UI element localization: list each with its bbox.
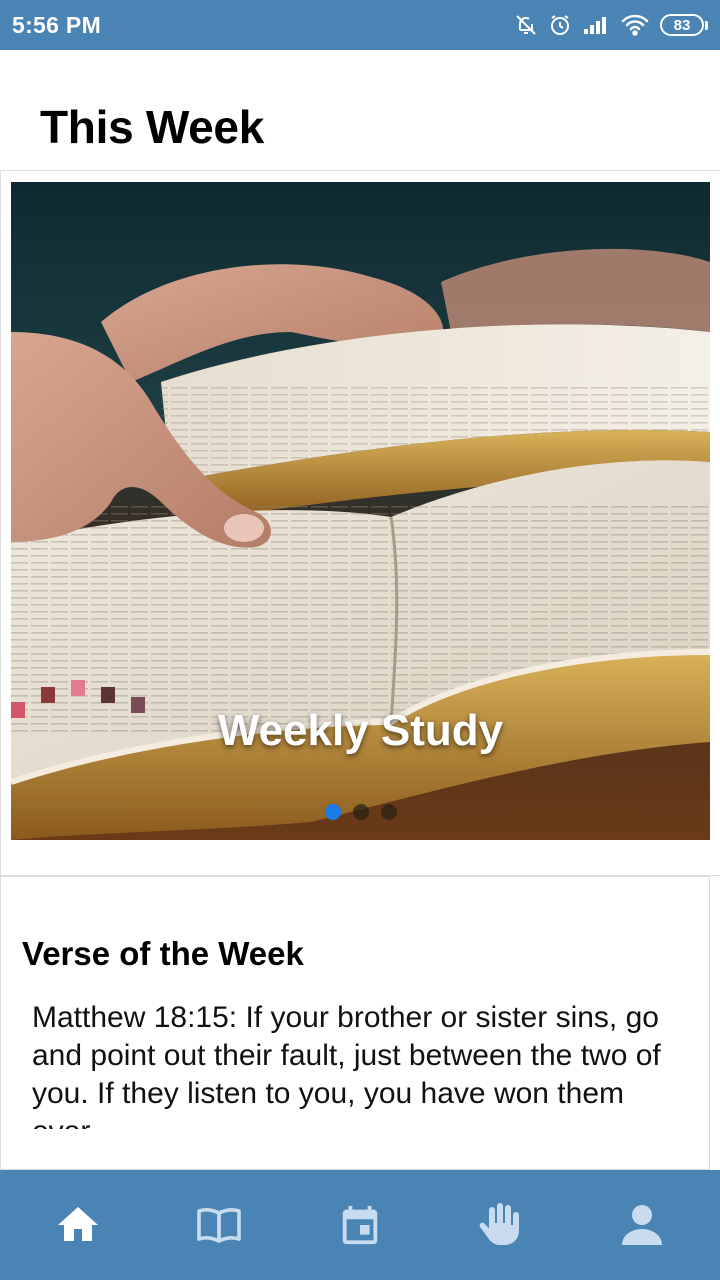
status-bar: 5:56 PM 83 [0, 0, 720, 50]
calendar-icon [337, 1202, 383, 1248]
hand-icon [477, 1201, 525, 1249]
nav-home[interactable] [33, 1180, 123, 1270]
alarm-icon [548, 13, 572, 37]
battery-icon: 83 [660, 14, 708, 36]
status-icons: 83 [514, 13, 708, 37]
carousel-dot-2[interactable] [352, 804, 369, 820]
verse-text: Matthew 18:15: If your brother or sister… [32, 1001, 661, 1129]
bottom-nav [0, 1170, 720, 1280]
carousel-pagination [11, 804, 710, 820]
verse-card[interactable]: Verse of the Week Matthew 18:15: If your… [0, 876, 710, 1170]
nav-bible[interactable] [174, 1180, 264, 1270]
bell-muted-icon [514, 13, 538, 37]
battery-level: 83 [660, 14, 704, 36]
nav-prayer[interactable] [456, 1180, 546, 1270]
wifi-icon [620, 13, 650, 37]
carousel-dot-3[interactable] [380, 804, 397, 820]
verse-heading: Verse of the Week [22, 935, 304, 972]
home-icon [54, 1201, 102, 1249]
nav-profile[interactable] [597, 1180, 687, 1270]
page-title: This Week [40, 101, 264, 153]
carousel-slide-image[interactable]: Weekly Study [11, 182, 710, 840]
person-icon [618, 1201, 666, 1249]
book-icon [195, 1201, 243, 1249]
carousel-slide-title: Weekly Study [217, 706, 504, 755]
carousel-dot-1[interactable] [324, 804, 341, 820]
status-time: 5:56 PM [12, 11, 102, 38]
nav-events[interactable] [315, 1180, 405, 1270]
signal-icon [582, 14, 610, 36]
carousel-card[interactable]: Weekly Study [0, 170, 720, 876]
